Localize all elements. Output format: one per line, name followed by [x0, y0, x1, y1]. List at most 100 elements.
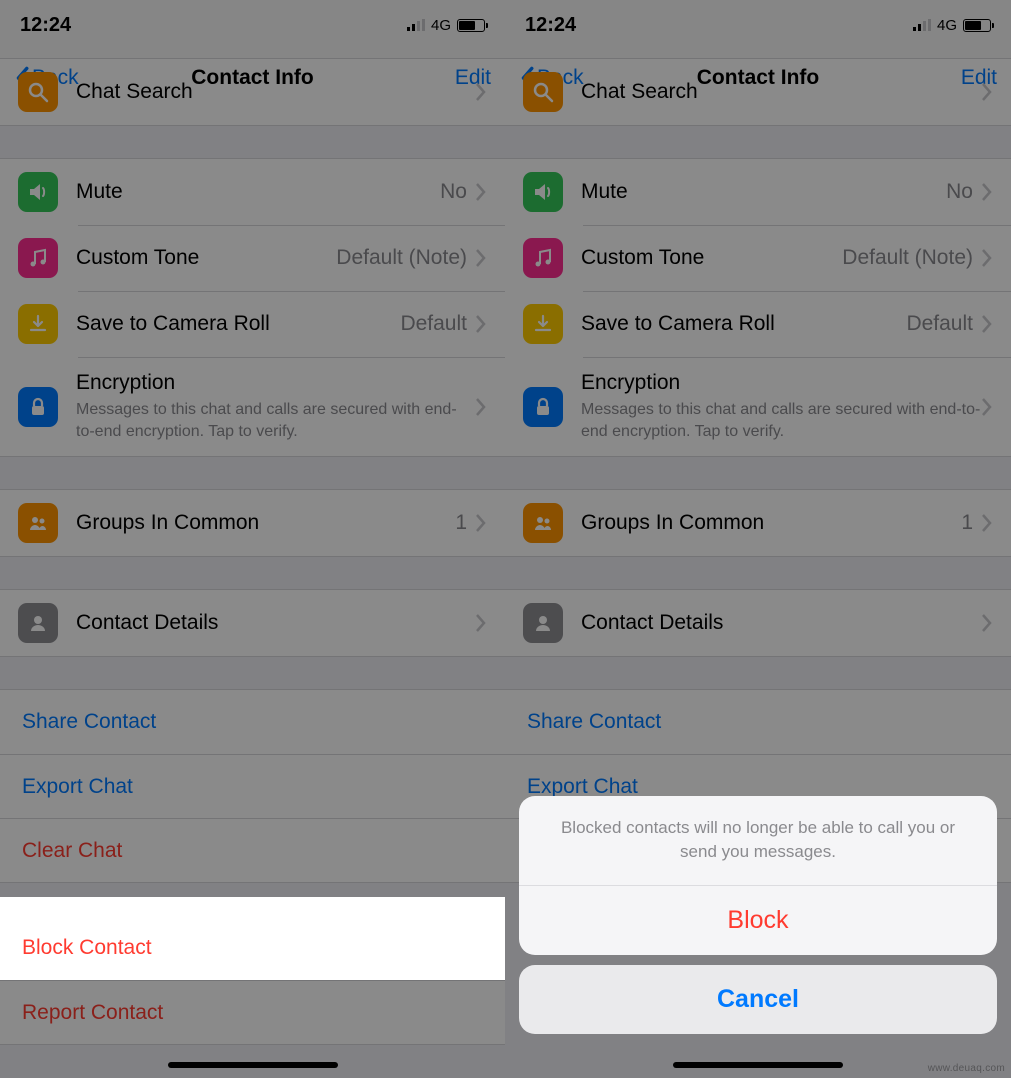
row-contact-details[interactable]: Contact Details	[505, 590, 1011, 656]
row-save-camera-roll[interactable]: Save to Camera Roll Default	[0, 291, 505, 357]
section-settings: Mute No Custom Tone Default (Note) Save …	[0, 158, 505, 457]
row-label: Mute	[581, 180, 946, 204]
lock-icon	[18, 387, 58, 427]
row-label: Custom Tone	[76, 246, 336, 270]
report-contact-button[interactable]: Report Contact	[0, 980, 505, 1044]
chevron-right-icon	[981, 613, 993, 633]
block-contact-button[interactable]: Block Contact	[0, 916, 505, 980]
status-bar: 12:24 4G	[0, 0, 505, 50]
status-indicators: 4G	[407, 17, 485, 34]
row-label: Contact Details	[76, 611, 475, 635]
share-contact-button[interactable]: Share Contact	[505, 690, 1011, 754]
home-indicator[interactable]	[168, 1062, 338, 1068]
chevron-right-icon	[981, 397, 993, 417]
row-label: Chat Search	[76, 80, 475, 104]
section-block: Block Contact Report Contact	[0, 915, 505, 1045]
battery-icon	[963, 19, 991, 32]
row-subtitle: Messages to this chat and calls are secu…	[581, 399, 981, 442]
chevron-right-icon	[475, 182, 487, 202]
network-label: 4G	[937, 17, 957, 34]
chevron-right-icon	[981, 314, 993, 334]
share-contact-button[interactable]: Share Contact	[0, 690, 505, 754]
signal-icon	[407, 19, 425, 31]
row-subtitle: Messages to this chat and calls are secu…	[76, 399, 475, 442]
row-label: Chat Search	[581, 80, 981, 104]
section-search: Chat Search	[505, 58, 1011, 126]
home-indicator[interactable]	[673, 1062, 843, 1068]
status-indicators: 4G	[913, 17, 991, 34]
row-label: Custom Tone	[581, 246, 842, 270]
row-value: Default (Note)	[842, 246, 973, 270]
row-encryption[interactable]: Encryption Messages to this chat and cal…	[505, 357, 1011, 456]
row-label: Save to Camera Roll	[581, 312, 906, 336]
chevron-right-icon	[475, 513, 487, 533]
row-label: Encryption	[76, 371, 475, 395]
group-icon	[523, 503, 563, 543]
person-icon	[523, 603, 563, 643]
chevron-right-icon	[475, 613, 487, 633]
row-contact-details[interactable]: Contact Details	[0, 590, 505, 656]
row-value: Default	[906, 312, 973, 336]
row-mute[interactable]: Mute No	[505, 159, 1011, 225]
download-icon	[18, 304, 58, 344]
person-icon	[18, 603, 58, 643]
row-save-camera-roll[interactable]: Save to Camera Roll Default	[505, 291, 1011, 357]
row-value: 1	[455, 511, 467, 535]
row-value: No	[946, 180, 973, 204]
section-groups: Groups In Common 1	[505, 489, 1011, 557]
row-label: Encryption	[581, 371, 981, 395]
chevron-right-icon	[981, 182, 993, 202]
chevron-right-icon	[981, 513, 993, 533]
row-groups[interactable]: Groups In Common 1	[505, 490, 1011, 556]
speaker-icon	[523, 172, 563, 212]
lock-icon	[523, 387, 563, 427]
row-label: Contact Details	[581, 611, 981, 635]
row-value: Default	[400, 312, 467, 336]
row-value: Default (Note)	[336, 246, 467, 270]
screenshot-left: 12:24 4G Back Contact Info Edit Chat Sea…	[0, 0, 505, 1078]
section-actions: Share Contact Export Chat Clear Chat	[0, 689, 505, 883]
section-groups: Groups In Common 1	[0, 489, 505, 557]
status-time: 12:24	[525, 14, 576, 37]
status-time: 12:24	[20, 14, 71, 37]
signal-icon	[913, 19, 931, 31]
search-icon	[523, 72, 563, 112]
music-icon	[18, 238, 58, 278]
group-icon	[18, 503, 58, 543]
row-label: Groups In Common	[76, 511, 455, 535]
chevron-right-icon	[475, 248, 487, 268]
row-label: Groups In Common	[581, 511, 961, 535]
clear-chat-button[interactable]: Clear Chat	[0, 818, 505, 882]
row-custom-tone[interactable]: Custom Tone Default (Note)	[0, 225, 505, 291]
row-label: Save to Camera Roll	[76, 312, 400, 336]
row-label: Mute	[76, 180, 440, 204]
row-value: No	[440, 180, 467, 204]
row-chat-search[interactable]: Chat Search	[505, 59, 1011, 125]
screenshot-right: 12:24 4G Back Contact Info Edit Chat Sea…	[505, 0, 1011, 1078]
speaker-icon	[18, 172, 58, 212]
row-mute[interactable]: Mute No	[0, 159, 505, 225]
export-chat-button[interactable]: Export Chat	[0, 754, 505, 818]
section-details: Contact Details	[505, 589, 1011, 657]
chevron-right-icon	[475, 82, 487, 102]
sheet-cancel-button[interactable]: Cancel	[519, 965, 997, 1034]
chevron-right-icon	[981, 248, 993, 268]
status-bar: 12:24 4G	[505, 0, 1011, 50]
row-value: 1	[961, 511, 973, 535]
chevron-right-icon	[475, 397, 487, 417]
sheet-message: Blocked contacts will no longer be able …	[519, 796, 997, 886]
row-encryption[interactable]: Encryption Messages to this chat and cal…	[0, 357, 505, 456]
battery-icon	[457, 19, 485, 32]
music-icon	[523, 238, 563, 278]
row-custom-tone[interactable]: Custom Tone Default (Note)	[505, 225, 1011, 291]
download-icon	[523, 304, 563, 344]
chevron-right-icon	[475, 314, 487, 334]
section-settings: Mute No Custom Tone Default (Note) Save …	[505, 158, 1011, 457]
row-groups[interactable]: Groups In Common 1	[0, 490, 505, 556]
section-search: Chat Search	[0, 58, 505, 126]
sheet-block-button[interactable]: Block	[519, 886, 997, 955]
row-chat-search[interactable]: Chat Search	[0, 59, 505, 125]
chevron-right-icon	[981, 82, 993, 102]
search-icon	[18, 72, 58, 112]
section-details: Contact Details	[0, 589, 505, 657]
